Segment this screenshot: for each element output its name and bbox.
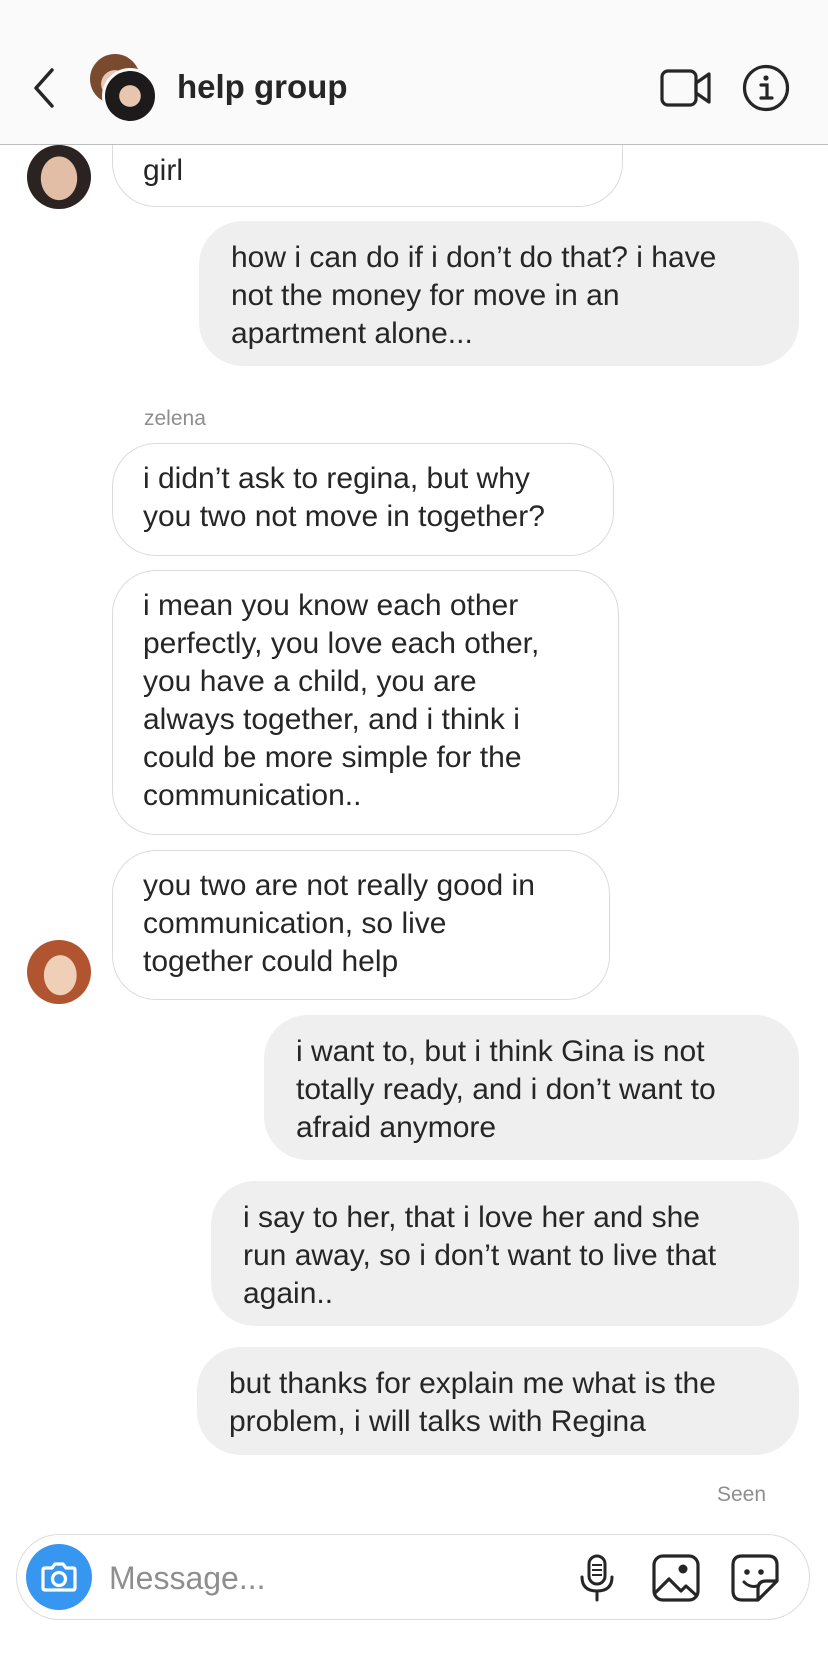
sticker-button[interactable]	[730, 1553, 780, 1603]
info-icon	[742, 64, 790, 112]
bottom-safe-area	[0, 1630, 828, 1659]
sender-avatar[interactable]	[27, 940, 91, 1004]
camera-icon	[41, 1562, 77, 1592]
seen-status: Seen	[716, 1483, 766, 1506]
microphone-icon	[580, 1554, 614, 1602]
message-bubble[interactable]: girl	[112, 145, 623, 207]
member-avatar	[102, 68, 158, 124]
sender-avatar[interactable]	[27, 145, 91, 209]
image-icon	[652, 1554, 700, 1602]
message-bubble[interactable]: i mean you know each other perfectly, yo…	[112, 570, 619, 835]
sticker-icon	[731, 1554, 779, 1602]
info-button[interactable]	[742, 64, 790, 112]
message-composer	[16, 1534, 810, 1620]
video-call-button[interactable]	[660, 68, 712, 108]
back-button[interactable]	[24, 60, 64, 116]
message-bubble[interactable]: i didn’t ask to regina, but why you two …	[112, 443, 614, 556]
chat-header: help group	[0, 0, 828, 145]
microphone-button[interactable]	[577, 1553, 617, 1603]
message-input[interactable]	[107, 1552, 531, 1604]
chat-title[interactable]: help group	[177, 64, 347, 110]
video-camera-icon	[660, 69, 711, 107]
group-avatar[interactable]	[90, 54, 160, 124]
gallery-button[interactable]	[651, 1553, 701, 1603]
message-bubble[interactable]: how i can do if i don’t do that? i have …	[199, 221, 799, 366]
message-thread[interactable]: girl how i can do if i don’t do that? i …	[0, 145, 828, 1525]
message-bubble[interactable]: you two are not really good in communica…	[112, 850, 610, 1000]
chevron-left-icon	[34, 68, 54, 108]
sender-name: zelena	[144, 407, 206, 430]
message-bubble[interactable]: i say to her, that i love her and she ru…	[211, 1181, 799, 1326]
camera-button[interactable]	[26, 1544, 92, 1610]
message-bubble[interactable]: i want to, but i think Gina is not total…	[264, 1015, 799, 1160]
message-bubble[interactable]: but thanks for explain me what is the pr…	[197, 1347, 799, 1455]
